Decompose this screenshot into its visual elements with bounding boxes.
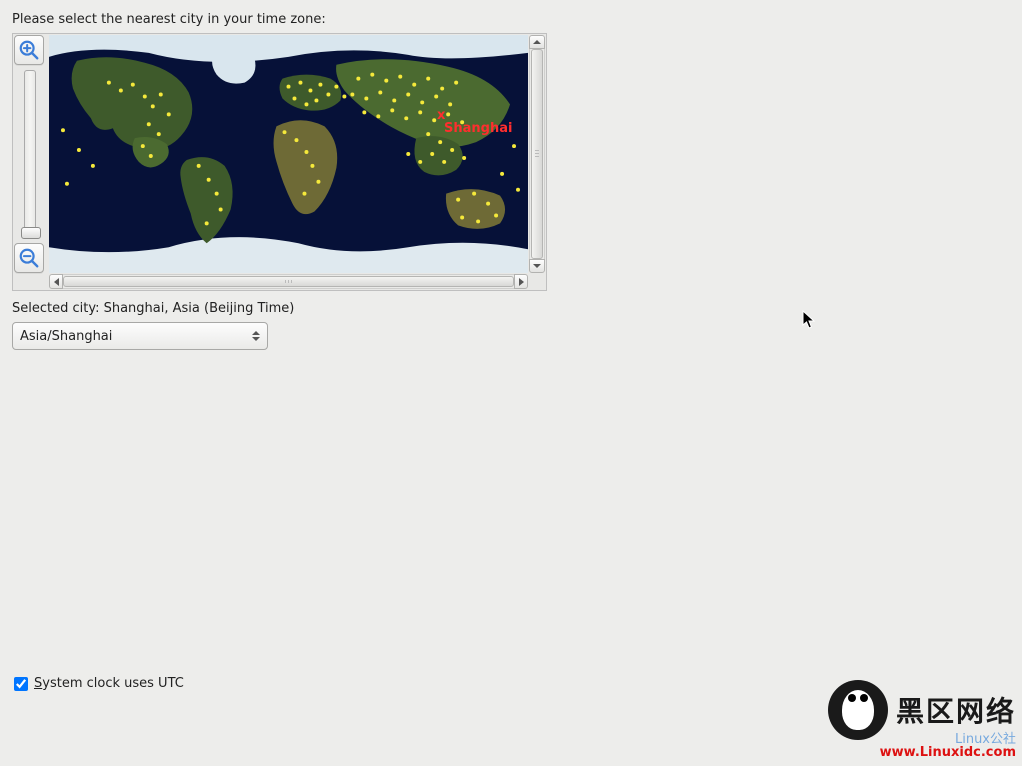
system-clock-utc-checkbox[interactable] [14, 677, 28, 691]
world-map-svg [49, 35, 528, 273]
watermark-text-blue: Linux公社 [828, 728, 1016, 747]
watermark: 黑区网络 Linux公社 www.Linuxidc.com [828, 680, 1016, 760]
scroll-up-button[interactable] [529, 35, 545, 49]
timezone-select-value: Asia/Shanghai [20, 329, 112, 344]
zoom-in-button[interactable] [14, 35, 44, 65]
zoom-slider[interactable] [24, 70, 36, 234]
scroll-right-button[interactable] [514, 274, 528, 289]
map-vertical-scrollbar[interactable] [529, 35, 545, 273]
world-map-panel: x Shanghai [12, 33, 547, 291]
system-clock-utc-label[interactable]: System clock uses UTC [34, 676, 184, 691]
scroll-left-button[interactable] [49, 274, 63, 289]
hscroll-thumb[interactable] [63, 276, 514, 287]
timezone-prompt: Please select the nearest city in your t… [12, 12, 1010, 27]
selected-city-label: Selected city: Shanghai, Asia (Beijing T… [12, 301, 1010, 316]
select-spinner-icon [249, 326, 263, 346]
watermark-text-cn: 黑区网络 [896, 690, 1016, 730]
zoom-slider-thumb[interactable] [21, 227, 41, 239]
map-horizontal-scrollbar[interactable] [49, 274, 528, 289]
watermark-url: www.Linuxidc.com [828, 745, 1016, 760]
zoom-out-button[interactable] [14, 243, 44, 273]
vscroll-thumb[interactable] [531, 49, 543, 259]
scroll-down-button[interactable] [529, 259, 545, 273]
zoom-out-icon [18, 247, 40, 269]
vscroll-track[interactable] [529, 49, 545, 259]
hscroll-track[interactable] [63, 274, 514, 289]
timezone-select[interactable]: Asia/Shanghai [12, 322, 268, 350]
zoom-in-icon [18, 39, 40, 61]
world-map[interactable]: x Shanghai [49, 35, 528, 273]
